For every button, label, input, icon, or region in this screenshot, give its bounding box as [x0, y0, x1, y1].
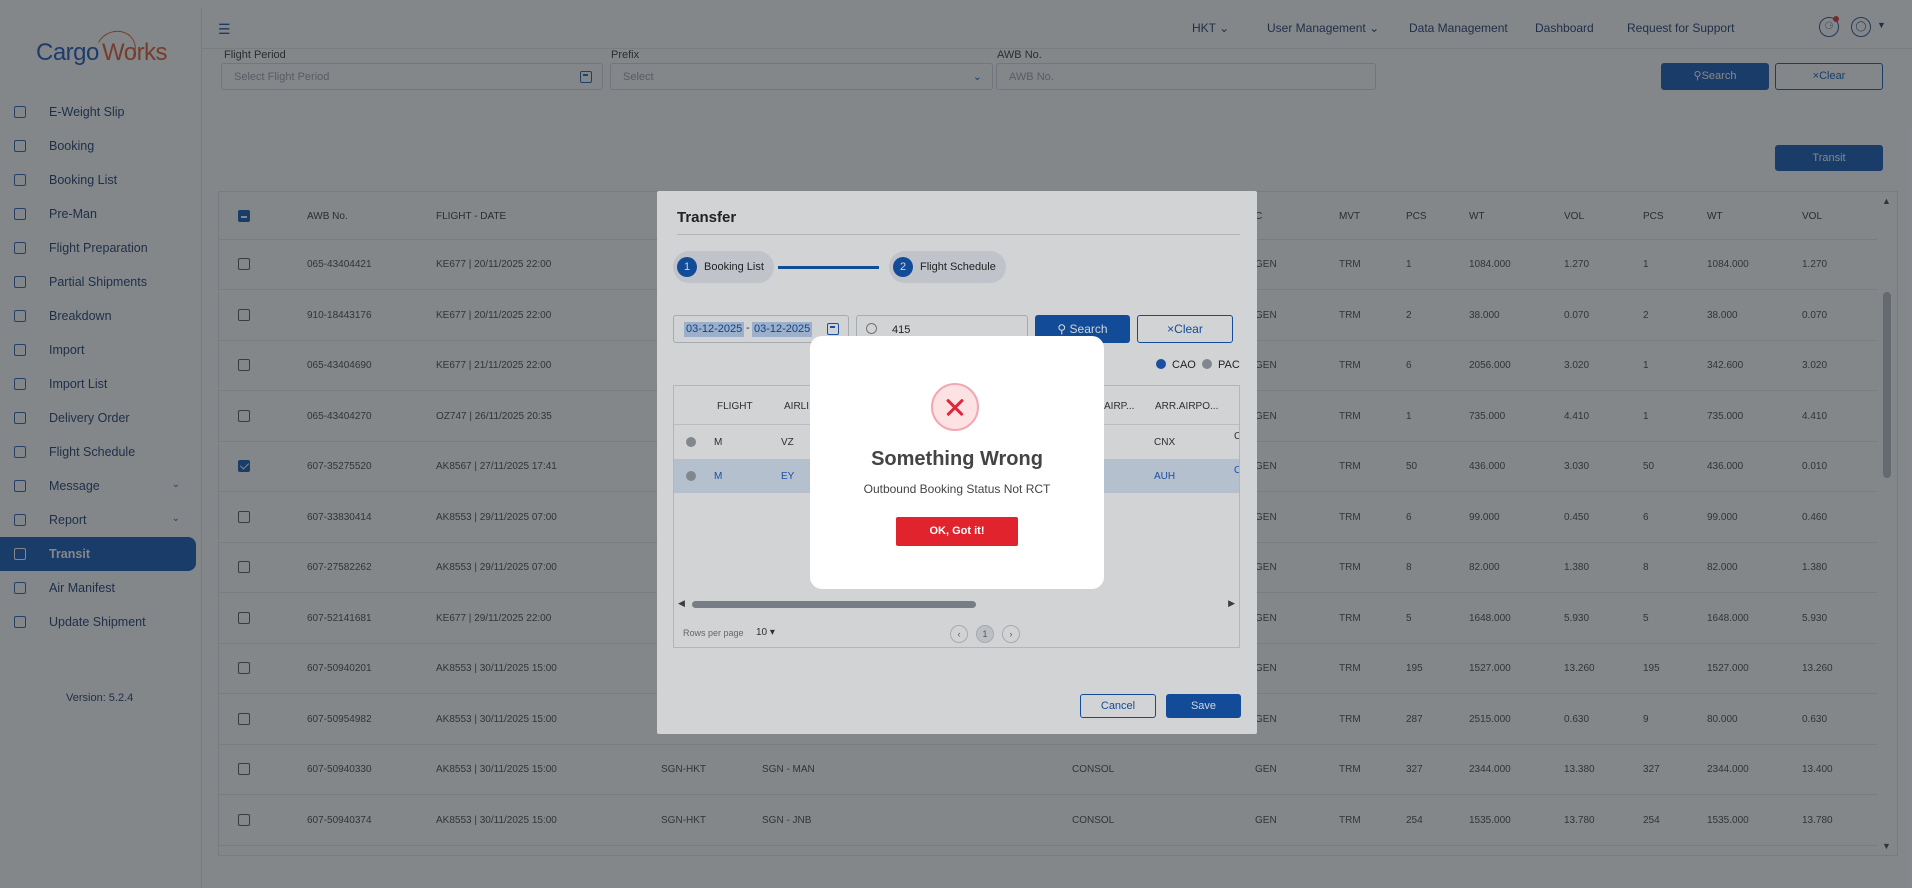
error-x-icon [931, 383, 979, 431]
alert-title: Something Wrong [871, 448, 1043, 470]
error-alert-dialog: Something Wrong Outbound Booking Status … [810, 336, 1104, 589]
ok-got-it-button[interactable]: OK, Got it! [896, 517, 1018, 546]
alert-message: Outbound Booking Status Not RCT [863, 482, 1051, 496]
